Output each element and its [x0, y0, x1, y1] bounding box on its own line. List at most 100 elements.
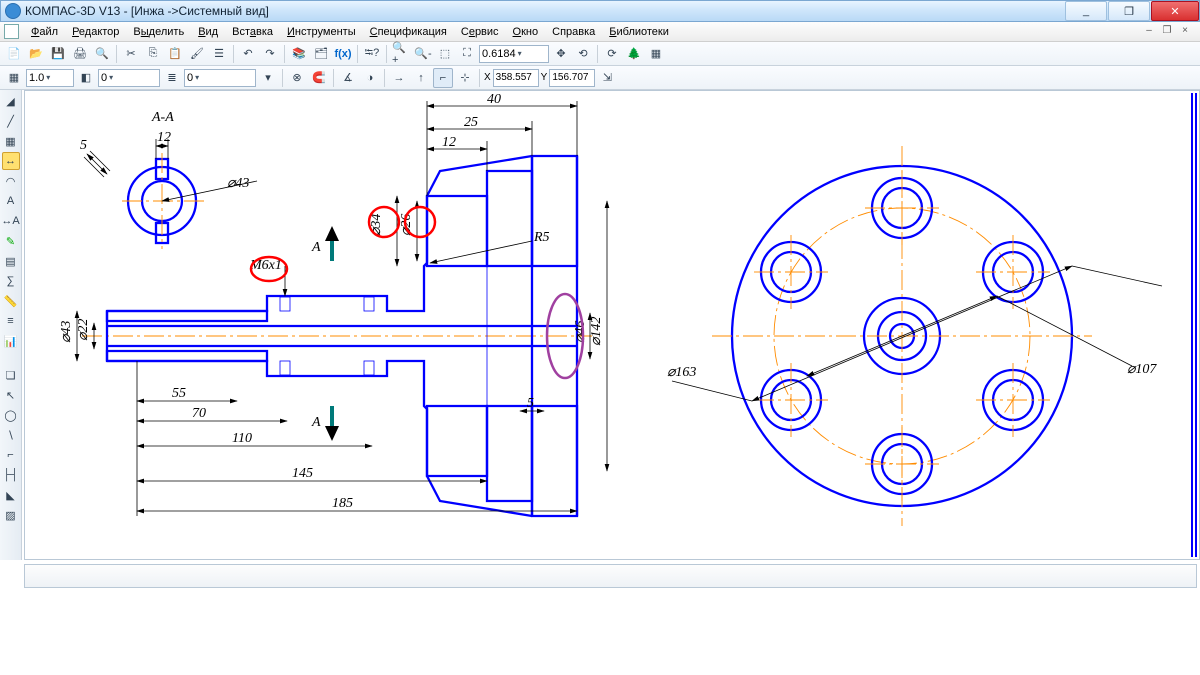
hatch-tool-icon[interactable]: ▨: [2, 506, 20, 524]
windows-icon[interactable]: ▦: [646, 44, 666, 64]
line-icon[interactable]: ╱: [2, 112, 20, 130]
coord-y-field[interactable]: [549, 69, 595, 87]
scale-combo[interactable]: 1.0▾: [26, 69, 74, 87]
svg-text:⌀46: ⌀46: [573, 321, 588, 343]
drawing-svg: А-А 12 5 ⌀43 А: [25, 91, 1199, 559]
round-icon[interactable]: ◑: [360, 68, 380, 88]
svg-text:12: 12: [157, 130, 171, 145]
symmetry-icon[interactable]: ↔A: [2, 212, 20, 230]
drawing-canvas[interactable]: А-А 12 5 ⌀43 А: [24, 90, 1200, 560]
dimension-icon[interactable]: ↔: [2, 152, 20, 170]
text-icon[interactable]: A: [2, 192, 20, 210]
ortho-angle-icon[interactable]: ∡: [338, 68, 358, 88]
open-icon[interactable]: 📂: [26, 44, 46, 64]
cut-icon[interactable]: ✂: [121, 44, 141, 64]
table-icon[interactable]: ▤: [2, 252, 20, 270]
manager-icon[interactable]: 🗂: [311, 44, 331, 64]
zoom-window-icon[interactable]: ⬚: [435, 44, 455, 64]
mdi-restore-button[interactable]: ❐: [1160, 25, 1174, 39]
window-title: КОМПАС-3D V13 - [Инжа ->Системный вид]: [25, 4, 1064, 18]
param-icon[interactable]: ∑: [2, 272, 20, 290]
undo-icon[interactable]: ↶: [238, 44, 258, 64]
aux-icon[interactable]: ⊗: [287, 68, 307, 88]
menu-window[interactable]: Окно: [507, 24, 545, 40]
properties-icon[interactable]: ☰: [209, 44, 229, 64]
svg-text:12: 12: [442, 135, 456, 150]
insert-frag-icon[interactable]: ❏: [2, 366, 20, 384]
select-tool-icon[interactable]: ↖: [2, 386, 20, 404]
variables-icon[interactable]: f(x): [333, 44, 353, 64]
print-icon[interactable]: 🖨: [70, 44, 90, 64]
menu-editor[interactable]: Редактор: [66, 24, 125, 40]
measure-icon[interactable]: 📏: [2, 292, 20, 310]
svg-text:145: 145: [292, 466, 313, 481]
coord-x-label: X: [484, 72, 491, 83]
grid-icon[interactable]: ▦: [2, 132, 20, 150]
menu-tools[interactable]: Инструменты: [281, 24, 362, 40]
layer-combo[interactable]: 0▾: [184, 69, 256, 87]
zoom-prev-icon[interactable]: ⟲: [573, 44, 593, 64]
menu-view[interactable]: Вид: [192, 24, 224, 40]
edit-icon[interactable]: ✎: [2, 232, 20, 250]
menu-file[interactable]: Файл: [25, 24, 64, 40]
coord-x-field[interactable]: [493, 69, 539, 87]
dimensions-main: 40 25 12 R5 ⌀34 ⌀26 ⌀46 ⌀142 ⌀43 ⌀22 55 …: [59, 92, 607, 516]
coord-lock-icon[interactable]: ⇲: [597, 68, 617, 88]
arrow-up-icon[interactable]: ↑: [411, 68, 431, 88]
paste-icon[interactable]: 📋: [165, 44, 185, 64]
coord-y-label: Y: [541, 72, 548, 83]
brush-icon[interactable]: 🖌: [187, 44, 207, 64]
snap-magnet-icon[interactable]: 🧲: [309, 68, 329, 88]
minimize-button[interactable]: _: [1065, 1, 1107, 21]
layers-dropdown-icon[interactable]: ▾: [258, 68, 278, 88]
tree-icon[interactable]: 🌲: [624, 44, 644, 64]
preview-icon[interactable]: 🔍: [92, 44, 112, 64]
report-icon[interactable]: 📊: [2, 332, 20, 350]
svg-text:5: 5: [80, 138, 87, 153]
zoom-out-icon[interactable]: 🔍-: [413, 44, 433, 64]
svg-text:⌀142: ⌀142: [589, 317, 604, 346]
local-cs-icon[interactable]: ⊹: [455, 68, 475, 88]
layers-icon[interactable]: ≣: [162, 68, 182, 88]
help-cursor-icon[interactable]: ⭾?: [362, 44, 382, 64]
maximize-button[interactable]: ❐: [1108, 1, 1150, 21]
zoom-combo[interactable]: 0.6184▾: [479, 45, 549, 63]
section-mark-a-top: А: [311, 226, 339, 261]
menu-select[interactable]: Выделить: [127, 24, 190, 40]
pan-icon[interactable]: ✥: [551, 44, 571, 64]
spec-icon[interactable]: ≡: [2, 312, 20, 330]
copy-icon[interactable]: ⎘: [143, 44, 163, 64]
corner-icon[interactable]: ⌐: [2, 446, 20, 464]
zoom-fit-icon[interactable]: ⛶: [457, 44, 477, 64]
mdi-close-button[interactable]: ×: [1178, 25, 1192, 39]
library-icon[interactable]: 📚: [289, 44, 309, 64]
aux-line-icon[interactable]: ∖: [2, 426, 20, 444]
dim-tool-icon[interactable]: ├┤: [2, 466, 20, 484]
mdi-minimize-button[interactable]: –: [1142, 25, 1156, 39]
refresh-icon[interactable]: ⟳: [602, 44, 622, 64]
state-combo[interactable]: 0▾: [98, 69, 160, 87]
circle-tool-icon[interactable]: ◯: [2, 406, 20, 424]
format-border: [1191, 93, 1197, 557]
new-icon[interactable]: 📄: [4, 44, 24, 64]
menu-libs[interactable]: Библиотеки: [603, 24, 675, 40]
geometry-icon[interactable]: ◢: [2, 92, 20, 110]
separator: [357, 45, 358, 63]
menu-insert[interactable]: Вставка: [226, 24, 279, 40]
arc-icon[interactable]: ◠: [2, 172, 20, 190]
menu-help[interactable]: Справка: [546, 24, 601, 40]
menu-service[interactable]: Сервис: [455, 24, 505, 40]
zoom-in-icon[interactable]: 🔍+: [391, 44, 411, 64]
svg-text:М6х1: М6х1: [249, 258, 282, 273]
state-icon[interactable]: ◧: [76, 68, 96, 88]
save-icon[interactable]: 💾: [48, 44, 68, 64]
svg-text:А: А: [311, 240, 321, 255]
document-icon[interactable]: [4, 24, 19, 39]
arrow-right-icon[interactable]: →: [389, 68, 409, 88]
chamfer-icon[interactable]: ◣: [2, 486, 20, 504]
redo-icon[interactable]: ↷: [260, 44, 280, 64]
grid-small-icon[interactable]: ▦: [4, 68, 24, 88]
ortho-icon[interactable]: ⌐: [433, 68, 453, 88]
close-button[interactable]: ✕: [1151, 1, 1199, 21]
menu-spec[interactable]: Спецификация: [364, 24, 453, 40]
